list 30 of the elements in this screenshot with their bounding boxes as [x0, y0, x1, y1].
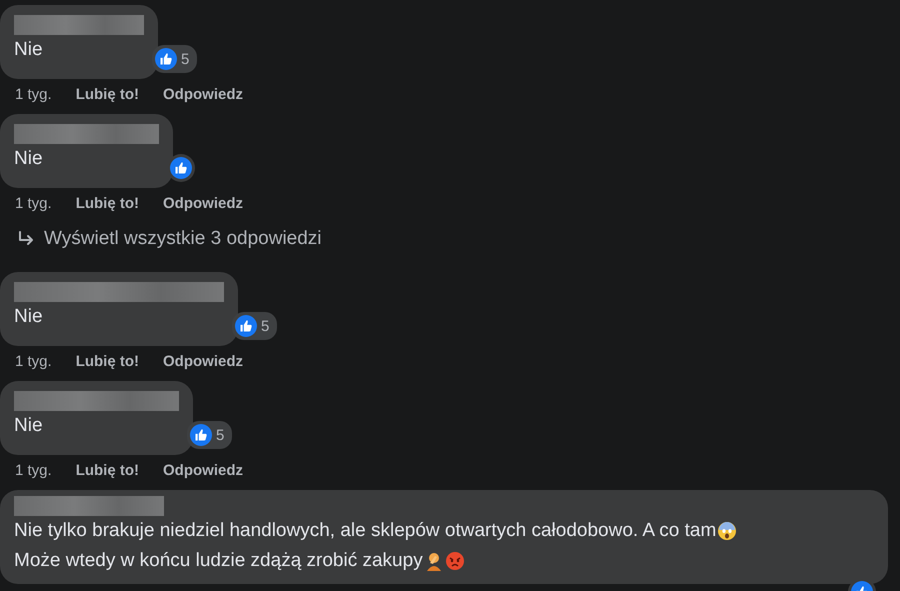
reply-link[interactable]: Odpowiedz — [163, 85, 244, 105]
reply-link[interactable]: Odpowiedz — [163, 352, 244, 372]
angry-face-icon — [444, 551, 465, 571]
comment-time[interactable]: 1 tyg. — [15, 461, 52, 481]
comment-text: Nie — [14, 305, 43, 329]
like-link[interactable]: Lubię to! — [76, 85, 140, 105]
thumbs-up-icon — [190, 424, 212, 446]
view-replies-link[interactable]: Wyświetl wszystkie 3 odpowiedzi — [0, 228, 900, 250]
reaction-count[interactable] — [167, 154, 195, 182]
reaction-count[interactable]: 5 — [232, 312, 278, 340]
thumbs-up-icon — [155, 48, 177, 70]
like-link[interactable]: Lubię to! — [76, 461, 140, 481]
screaming-face-icon — [717, 521, 738, 541]
reply-link[interactable]: Odpowiedz — [163, 194, 244, 214]
reaction-count[interactable]: 5 — [187, 421, 232, 449]
reply-arrow-icon — [16, 230, 36, 248]
comment-time[interactable]: 1 tyg. — [15, 194, 52, 214]
comment-text: Nie — [14, 38, 43, 62]
thumbs-up-icon — [235, 315, 257, 337]
comment-text: Może wtedy w końcu ludzie zdążą zrobić zakupy — [14, 549, 423, 573]
thumbs-up-icon — [170, 157, 192, 179]
comment-text: Nie — [14, 147, 43, 171]
reply-link[interactable]: Odpowiedz — [163, 461, 244, 481]
comment-text: Nie — [14, 414, 43, 438]
comment-time[interactable]: 1 tyg. — [15, 352, 52, 372]
reaction-count[interactable]: 5 — [152, 45, 198, 73]
comment-text: Nie tylko brakuje niedziel handlowych, ale sklepów otwartych całodobowo. A co tam — [14, 519, 716, 543]
comment-time[interactable]: 1 tyg. — [15, 85, 52, 105]
like-link[interactable]: Lubię to! — [76, 352, 140, 372]
like-link[interactable]: Lubię to! — [76, 194, 140, 214]
